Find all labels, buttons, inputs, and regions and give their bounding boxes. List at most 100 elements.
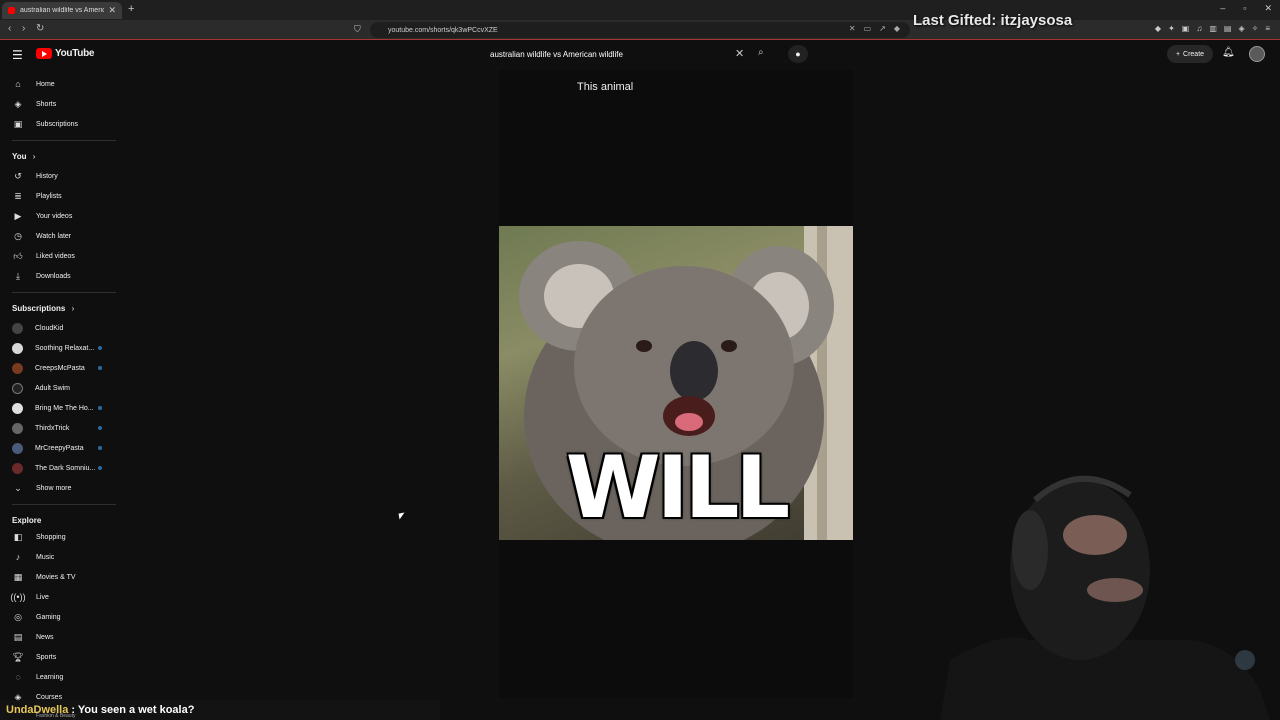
new-content-dot: [98, 466, 102, 470]
leo-icon[interactable]: ✧: [1252, 24, 1259, 33]
sidebar-channel[interactable]: The Dark Somniu...: [0, 458, 118, 478]
show-more-label: Show more: [36, 484, 72, 492]
sidebar-item-sports[interactable]: 🏆︎ Sports: [0, 647, 118, 667]
sidebar-item-label: Your videos: [36, 212, 73, 220]
channel-name: Bring Me The Ho...: [35, 404, 94, 412]
sidebar-item-your-videos[interactable]: ▶ Your videos: [0, 206, 118, 226]
sidebar-channel[interactable]: CloudKid: [0, 318, 118, 338]
sidebar-item-label: Subscriptions: [36, 120, 79, 128]
maximize-icon[interactable]: ▫: [1243, 3, 1246, 14]
plus-icon: +: [1175, 50, 1181, 58]
voice-search-button[interactable]: ●: [788, 45, 808, 63]
puzzle-icon[interactable]: ✦: [1168, 24, 1175, 33]
mute-icon[interactable]: ✕: [849, 24, 856, 33]
sidebar-show-more[interactable]: ⌄ Show more: [0, 478, 118, 498]
browser-tab[interactable]: australian wildlife vs America ✕: [2, 2, 122, 19]
sidebar-toggle-icon[interactable]: ▥: [1209, 24, 1217, 33]
youtube-favicon-icon: [8, 7, 15, 14]
sidebar-channel[interactable]: ThirdxTrick: [0, 418, 118, 438]
explore-heading-label: Explore: [12, 516, 42, 525]
create-button[interactable]: + Create: [1167, 45, 1213, 63]
sidebar-item-label: Sports: [36, 653, 57, 661]
sidebar-item-history[interactable]: ↺ History: [0, 166, 118, 186]
sidebar-channel[interactable]: Soothing Relaxat...: [0, 338, 118, 358]
address-bar[interactable]: youtube.com/shorts/qk3wPCcvXZE: [370, 22, 910, 38]
sidebar-item-movies[interactable]: ▦ Movies & TV: [0, 567, 118, 587]
clear-search-icon[interactable]: ✕: [735, 47, 744, 60]
new-tab-icon[interactable]: +: [128, 3, 134, 15]
sidebar-item-label: Home: [36, 80, 55, 88]
sidebar-item-music[interactable]: ♪ Music: [0, 547, 118, 567]
playlists-icon: ≣: [14, 190, 22, 201]
youtube-logo[interactable]: YouTube: [36, 48, 95, 59]
sidebar-item-gaming[interactable]: ◎ Gaming: [0, 607, 118, 627]
sidebar-divider: [12, 292, 116, 293]
sidebar-channel[interactable]: CreepsMcPasta: [0, 358, 118, 378]
sidebar: ⌂ Home ◈ Shorts ▣ Subscriptions You › ↺ …: [0, 72, 120, 720]
search-input[interactable]: australian wildlife vs American wildlife: [482, 45, 754, 63]
music-ext-icon[interactable]: ♫: [1196, 24, 1202, 33]
sidebar-item-home[interactable]: ⌂ Home: [0, 74, 118, 94]
sidebar-you-heading[interactable]: You ›: [12, 152, 35, 161]
sidebar-item-label: News: [36, 633, 54, 641]
shield-icon[interactable]: ◆: [894, 24, 900, 33]
new-content-dot: [98, 446, 102, 450]
forward-icon[interactable]: ›: [22, 23, 25, 34]
extension-icon[interactable]: ◆: [1155, 24, 1161, 33]
channel-avatar: [12, 342, 23, 354]
sidebar-item-subscriptions[interactable]: ▣ Subscriptions: [0, 114, 118, 134]
channel-avatar: [12, 442, 23, 454]
wallet-icon[interactable]: ▣: [1182, 24, 1190, 33]
sidebar-item-shorts[interactable]: ◈ Shorts: [0, 94, 118, 114]
streamer-mouth-opening: [1087, 578, 1143, 602]
sidebar-item-playlists[interactable]: ≣ Playlists: [0, 186, 118, 206]
sidebar-channel[interactable]: Adult Swim: [0, 378, 118, 398]
sidebar-item-shopping[interactable]: ◧ Shopping: [0, 527, 118, 547]
sidebar-item-label: Shorts: [36, 100, 57, 108]
notifications-bell-icon[interactable]: 🔔︎: [1222, 47, 1235, 58]
menu-icon[interactable]: ≡: [1265, 24, 1270, 33]
sidebar-item-downloads[interactable]: ⤓ Downloads: [0, 266, 118, 286]
channel-name: CreepsMcPasta: [35, 364, 85, 372]
tab-title: australian wildlife vs America: [20, 7, 105, 14]
sidebar-channel[interactable]: MrCreepyPasta: [0, 438, 118, 458]
share-icon[interactable]: ↗: [879, 24, 886, 33]
reload-icon[interactable]: ↻: [36, 23, 44, 34]
back-icon[interactable]: ‹: [8, 23, 11, 34]
sidebar-item-live[interactable]: ((•)) Live: [0, 587, 118, 607]
tabs-icon[interactable]: ▤: [1224, 24, 1232, 33]
downloads-icon: ⤓: [16, 270, 20, 281]
webcam-silhouette: [940, 475, 1270, 720]
sidebar-item-label: Shopping: [36, 533, 66, 541]
minimize-icon[interactable]: –: [1220, 3, 1225, 14]
new-content-dot: [98, 406, 102, 410]
watch-later-icon: ◷: [14, 230, 22, 241]
bookmark-icon[interactable]: ⛉: [354, 24, 361, 35]
close-tab-icon[interactable]: ✕: [108, 5, 116, 16]
vpn-icon[interactable]: ◈: [1238, 24, 1244, 33]
sidebar-item-liked-videos[interactable]: 👍︎ Liked videos: [0, 246, 118, 266]
cast-icon[interactable]: ▭: [864, 24, 872, 33]
sidebar-item-learning[interactable]: ◌ Learning: [0, 667, 118, 687]
sidebar-item-watch-later[interactable]: ◷ Watch later: [0, 226, 118, 246]
hamburger-menu-icon[interactable]: ☰: [12, 48, 23, 62]
sidebar-item-label: Movies & TV: [36, 573, 76, 581]
channel-avatar: [12, 382, 23, 394]
account-avatar[interactable]: [1249, 46, 1265, 62]
sidebar-item-label: Music: [36, 553, 55, 561]
close-window-icon[interactable]: ✕: [1264, 3, 1272, 14]
url-action-icons: ✕ ▭ ↗ ◆: [849, 24, 900, 33]
sidebar-subscriptions-heading[interactable]: Subscriptions ›: [12, 304, 74, 313]
sidebar-item-label: Learning: [36, 673, 64, 681]
search-icon[interactable]: ⌕: [758, 47, 764, 58]
gaming-icon: ◎: [14, 611, 22, 622]
shorts-icon: ◈: [14, 98, 22, 109]
sidebar-item-label: Downloads: [36, 272, 71, 280]
sidebar-divider: [12, 140, 116, 141]
sidebar-item-news[interactable]: ▤ News: [0, 627, 118, 647]
home-icon: ⌂: [15, 79, 21, 89]
subscriptions-heading-label: Subscriptions: [12, 304, 66, 313]
sidebar-channel[interactable]: Bring Me The Ho...: [0, 398, 118, 418]
channel-avatar: [12, 362, 23, 374]
movies-icon: ▦: [13, 571, 23, 582]
